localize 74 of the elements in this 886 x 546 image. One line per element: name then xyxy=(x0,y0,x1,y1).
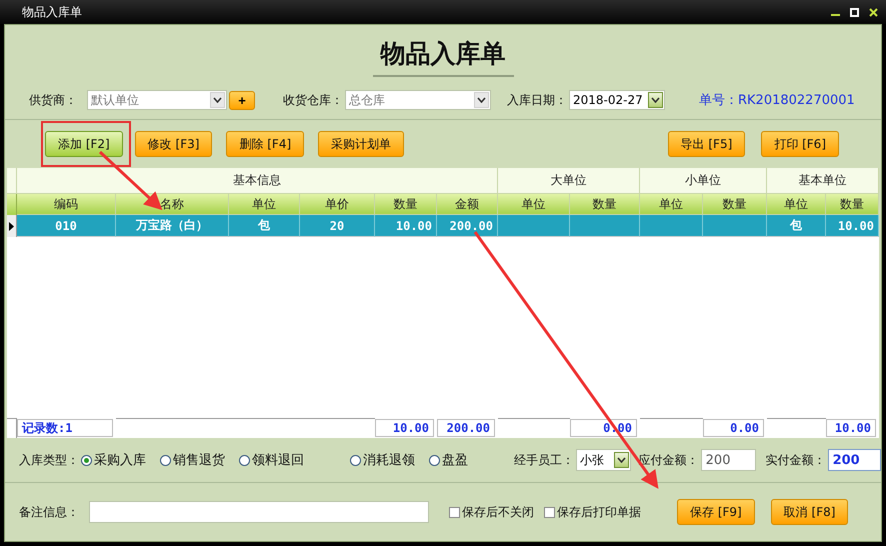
maximize-icon[interactable] xyxy=(850,8,859,16)
table-cell xyxy=(570,215,640,237)
table-cell xyxy=(498,215,570,237)
column-header[interactable]: 数量 xyxy=(703,194,767,215)
table-cell: 10.00 xyxy=(826,215,879,237)
field-label: 收货仓库： xyxy=(283,92,343,108)
table-cell xyxy=(703,215,767,237)
caret-icon xyxy=(213,97,222,103)
caret-icon xyxy=(616,457,626,463)
form-heading: 物品入库单 xyxy=(372,37,514,77)
total-cell: 0.00 xyxy=(703,419,764,437)
toolbar-button[interactable]: 删除 [F4] xyxy=(226,131,304,157)
radio-option[interactable]: 销售退货 xyxy=(160,451,225,469)
table-cell: 包 xyxy=(767,215,826,237)
checkbox-option[interactable]: 保存后打印单据 xyxy=(544,504,641,520)
toolbar-button[interactable]: 修改 [F3] xyxy=(134,131,212,157)
column-header[interactable]: 名称 xyxy=(116,194,229,215)
table-cell: 万宝路（白） xyxy=(116,215,229,237)
column-header[interactable]: 单价 xyxy=(300,194,375,215)
caret-icon xyxy=(477,97,486,103)
radio-option[interactable]: 采购入库 xyxy=(81,451,146,469)
record-count: 记录数:1 xyxy=(17,419,113,437)
header-corner xyxy=(7,168,17,194)
column-header[interactable]: 数量 xyxy=(826,194,879,215)
group-header: 基本信息 xyxy=(17,168,498,194)
toolbar-button[interactable]: 添加 [F2] xyxy=(45,131,123,157)
field-label: 备注信息： xyxy=(19,504,79,520)
toolbar-button[interactable]: 导出 [F5] xyxy=(668,131,746,157)
column-header[interactable]: 单位 xyxy=(229,194,300,215)
total-cell: 200.00 xyxy=(437,419,495,437)
column-header[interactable]: 金额 xyxy=(437,194,498,215)
window-title: 物品入库单 xyxy=(22,4,83,20)
group-header: 大单位 xyxy=(498,168,640,194)
field-label: 入库类型： xyxy=(19,452,79,468)
action-button[interactable]: 取消 [F8] xyxy=(770,499,848,525)
column-header[interactable]: 数量 xyxy=(570,194,640,215)
total-cell: 10.00 xyxy=(375,419,434,437)
table-cell: 10.00 xyxy=(375,215,437,237)
table-cell: 200.00 xyxy=(437,215,498,237)
table-cell: 20 xyxy=(300,215,375,237)
toolbar-button[interactable]: 打印 [F6] xyxy=(761,131,839,157)
group-header: 基本单位 xyxy=(767,168,879,194)
column-header[interactable]: 数量 xyxy=(375,194,437,215)
toolbar-button[interactable]: 采购计划单 xyxy=(318,131,404,157)
add-supplier-button[interactable]: + xyxy=(229,90,255,110)
date-field[interactable]: 2018-02-27 xyxy=(569,90,665,110)
column-header[interactable]: 单位 xyxy=(498,194,570,215)
paid-field[interactable]: 200 xyxy=(828,449,881,471)
column-header[interactable]: 单位 xyxy=(640,194,703,215)
staff-field[interactable]: 小张 xyxy=(576,449,631,471)
close-icon[interactable] xyxy=(869,8,878,16)
payable-field[interactable]: 200 xyxy=(700,449,756,471)
field-label: 供货商： xyxy=(29,92,77,108)
radio-option[interactable]: 盘盈 xyxy=(429,451,468,469)
action-button[interactable]: 保存 [F9] xyxy=(677,499,755,525)
annotation-arrow xyxy=(98,150,162,210)
column-header[interactable]: 单位 xyxy=(767,194,826,215)
field-label: 实付金额： xyxy=(766,452,826,468)
radio-option[interactable]: 消耗退领 xyxy=(350,451,415,469)
group-header: 小单位 xyxy=(640,168,767,194)
total-cell: 10.00 xyxy=(826,419,876,437)
row-header[interactable] xyxy=(7,215,17,237)
caret-icon xyxy=(651,97,660,103)
radio-option[interactable]: 领料退回 xyxy=(239,451,304,469)
table-cell: 010 xyxy=(17,215,116,237)
current-row-icon xyxy=(9,222,14,230)
order-number: 单号：RK201802270001 xyxy=(699,92,855,109)
field-label: 入库日期： xyxy=(507,92,567,108)
table-cell: 包 xyxy=(229,215,300,237)
field-label: 经手员工： xyxy=(514,452,574,468)
table-cell xyxy=(640,215,703,237)
column-header[interactable]: 编码 xyxy=(17,194,116,215)
remark-field[interactable] xyxy=(89,501,429,523)
checkbox-option[interactable]: 保存后不关闭 xyxy=(449,504,534,520)
